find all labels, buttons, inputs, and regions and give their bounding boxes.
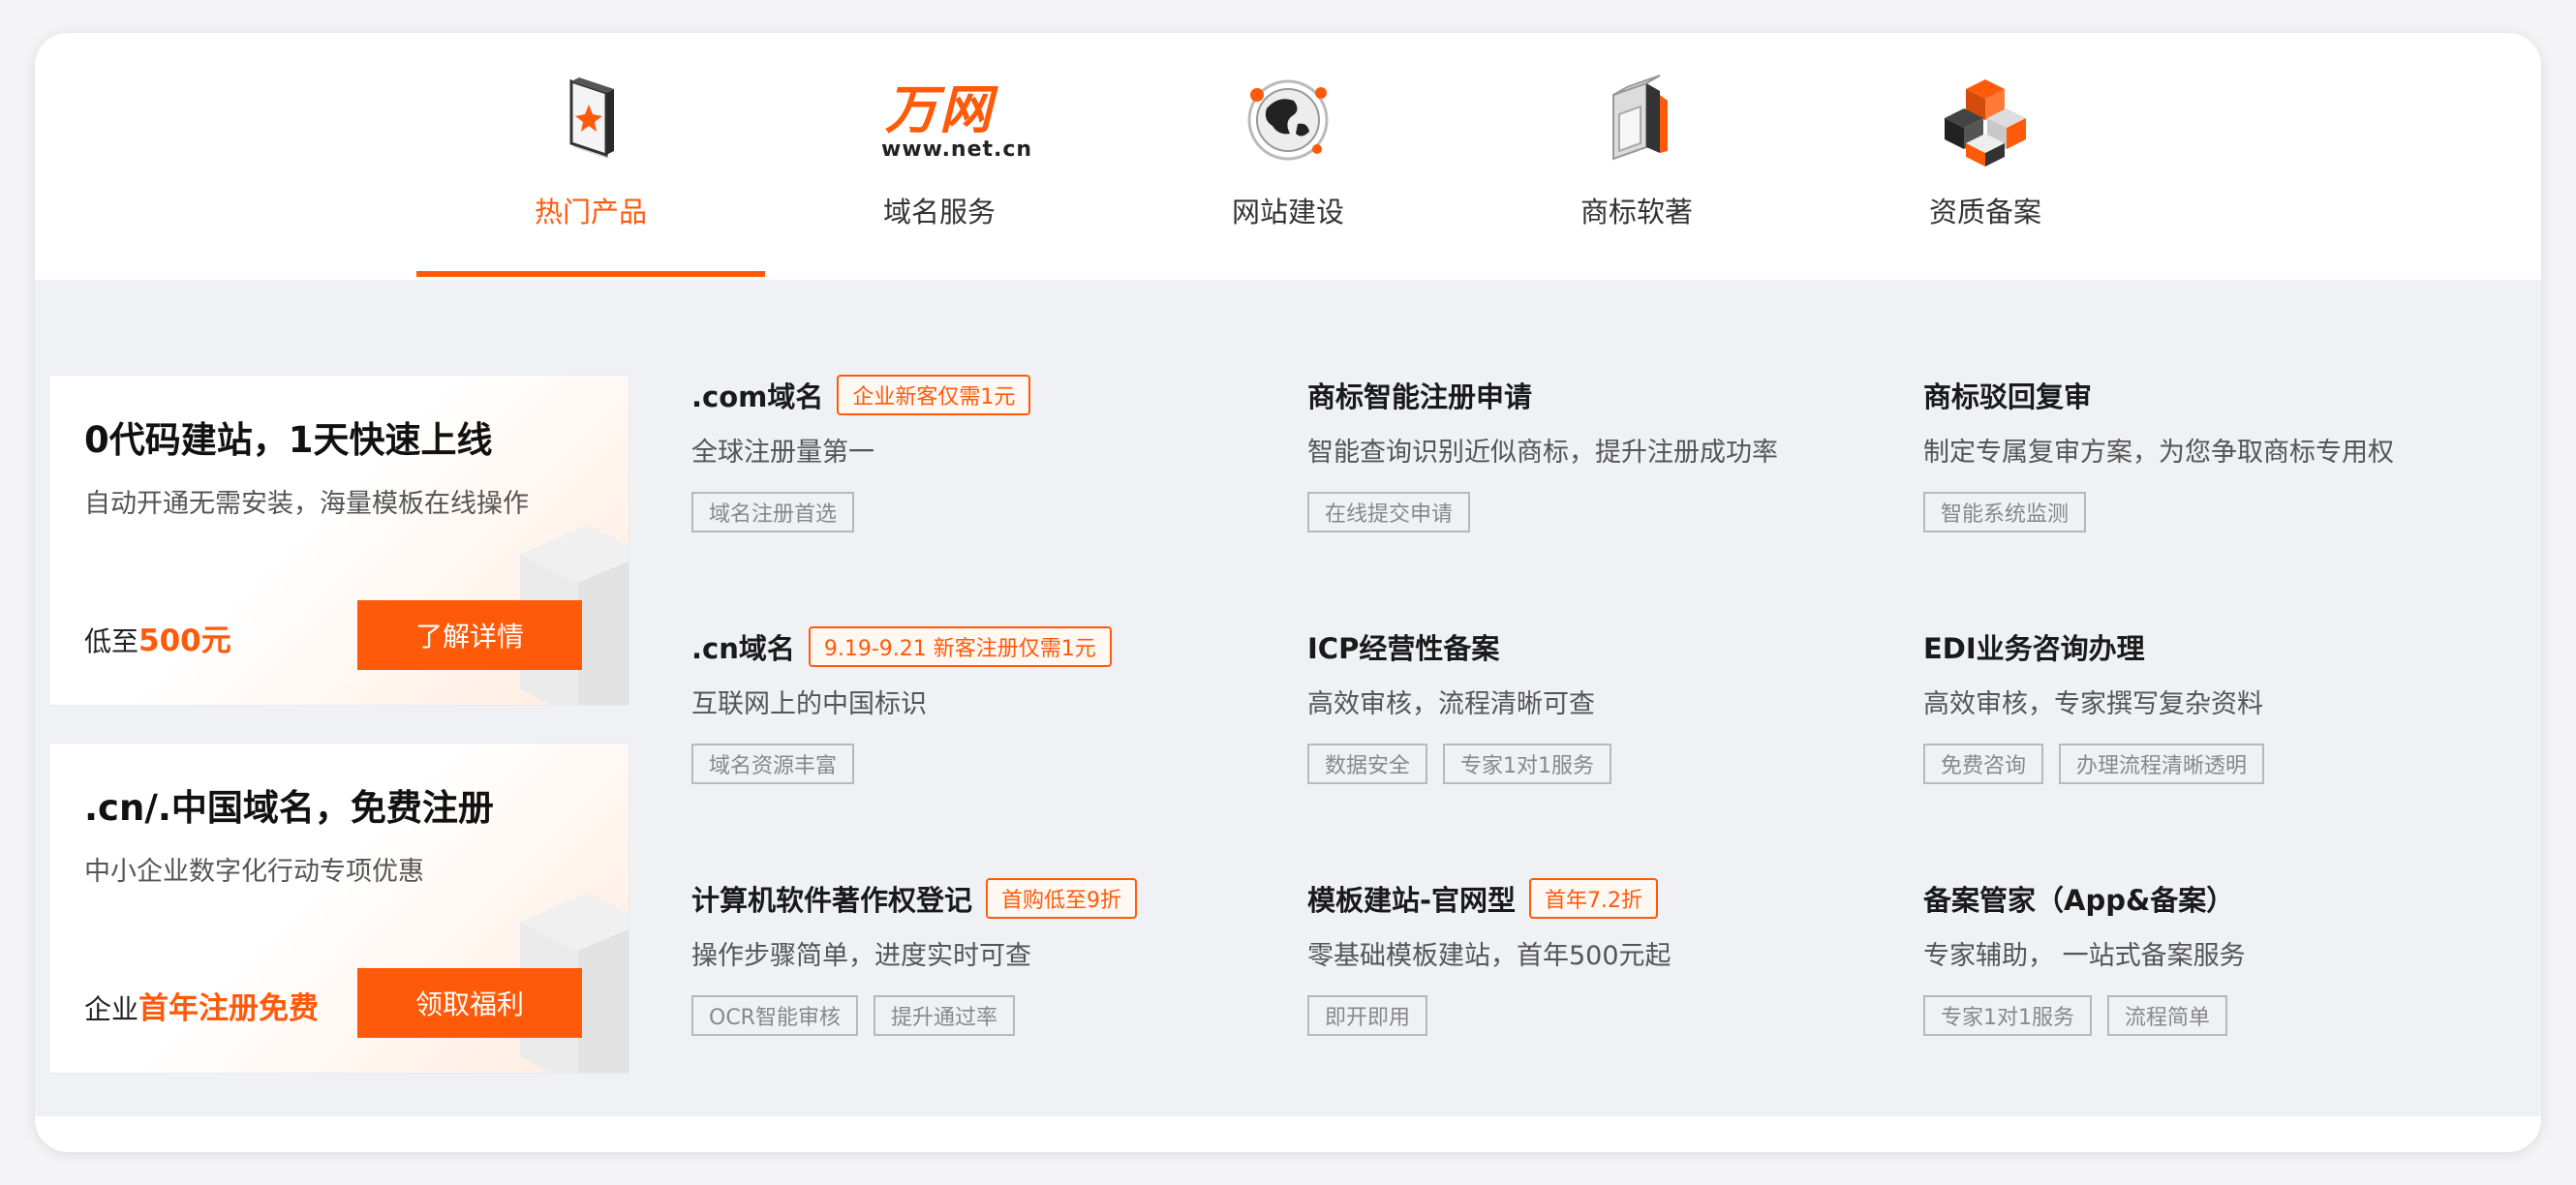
product-desc: 高效审核，专家撰写复杂资料 xyxy=(1923,689,2263,719)
product-desc: 专家辅助， 一站式备案服务 xyxy=(1923,941,2246,971)
tab-label: 资质备案 xyxy=(1928,196,2041,228)
product-title: .com域名 xyxy=(691,380,824,413)
product-title: 商标驳回复审 xyxy=(1923,380,2093,413)
product-title: 模板建站-官网型 xyxy=(1307,884,1517,917)
feature-tag: 域名注册首选 xyxy=(691,492,855,532)
product-desc: 智能查询识别近似商标，提升注册成功率 xyxy=(1307,438,1778,468)
wanwang-logo: 万网 www.net.cn xyxy=(881,66,1033,172)
tab-domain-services[interactable]: 万网 www.net.cn 域名服务 xyxy=(765,33,1114,280)
product-edi-consulting[interactable]: EDI业务咨询办理 高效审核，专家撰写复杂资料 免费咨询 办理流程清晰透明 xyxy=(1923,626,2504,784)
product-cn-domain[interactable]: .cn域名 9.19-9.21 新客注册仅需1元 互联网上的中国标识 域名资源丰富 xyxy=(691,626,1273,784)
learn-more-button[interactable]: 了解详情 xyxy=(357,600,582,670)
tab-label: 域名服务 xyxy=(882,196,996,228)
product-panel: 0代码建站，1天快速上线 自动开通无需安装，海量模板在线操作 低至500元 了解… xyxy=(35,280,2541,1116)
tag-list: 域名注册首选 xyxy=(691,492,1273,532)
product-desc: 高效审核，流程清晰可查 xyxy=(1307,689,1595,719)
tab-qualification-filing[interactable]: 资质备案 xyxy=(1811,33,2160,280)
active-tab-underline xyxy=(416,271,765,277)
product-title: EDI业务咨询办理 xyxy=(1923,632,2145,665)
product-software-copyright[interactable]: 计算机软件著作权登记 首购低至9折 操作步骤简单，进度实时可查 OCR智能审核 提升… xyxy=(691,878,1273,1036)
feature-tag: 即开即用 xyxy=(1307,995,1428,1036)
tab-trademark-copyright[interactable]: 商标软著 xyxy=(1462,33,1811,280)
product-title: 备案管家（App&备案） xyxy=(1923,884,2235,917)
feature-tag: 智能系统监测 xyxy=(1923,492,2087,532)
promo-desc: 自动开通无需安装，海量模板在线操作 xyxy=(84,489,529,519)
trademark-icon xyxy=(1579,66,1695,172)
feature-tag: 数据安全 xyxy=(1307,744,1428,784)
product-desc: 制定专属复审方案，为您争取商标专用权 xyxy=(1923,438,2394,468)
feature-tag: 流程简单 xyxy=(2107,995,2228,1036)
promo-badge: 9.19-9.21 新客注册仅需1元 xyxy=(808,626,1112,667)
cubes-icon xyxy=(1927,66,2043,172)
tag-list: 数据安全 专家1对1服务 xyxy=(1307,744,1888,784)
product-trademark-review[interactable]: 商标驳回复审 制定专属复审方案，为您争取商标专用权 智能系统监测 xyxy=(1923,375,2504,532)
product-trademark-registration[interactable]: 商标智能注册申请 智能查询识别近似商标，提升注册成功率 在线提交申请 xyxy=(1307,375,1888,532)
feature-tag: 专家1对1服务 xyxy=(1443,744,1612,784)
tab-website-building[interactable]: 网站建设 xyxy=(1114,33,1462,280)
hot-product-icon xyxy=(533,66,649,172)
claim-benefit-button[interactable]: 领取福利 xyxy=(357,968,582,1038)
promo-badge: 首年7.2折 xyxy=(1529,878,1659,919)
product-template-website[interactable]: 模板建站-官网型 首年7.2折 零基础模板建站，首年500元起 即开即用 xyxy=(1307,878,1888,1036)
promo-price-highlight: 500元 xyxy=(138,623,231,658)
product-desc: 零基础模板建站，首年500元起 xyxy=(1307,941,1671,971)
promo-price-prefix: 企业 xyxy=(84,993,139,1025)
wanwang-logo-text: 万网 xyxy=(885,79,994,140)
promo-desc: 中小企业数字化行动专项优惠 xyxy=(84,857,424,887)
promo-title: 0代码建站，1天快速上线 xyxy=(84,419,493,461)
tab-hot-products[interactable]: 热门产品 xyxy=(416,33,765,280)
wanwang-logo-url: www.net.cn xyxy=(881,137,1033,162)
tag-list: 在线提交申请 xyxy=(1307,492,1888,532)
promo-price: 企业首年注册免费 xyxy=(84,984,319,1027)
tag-list: 专家1对1服务 流程简单 xyxy=(1923,995,2504,1036)
feature-tag: 免费咨询 xyxy=(1923,744,2044,784)
product-desc: 操作步骤简单，进度实时可查 xyxy=(691,941,1031,971)
promo-price-highlight: 首年注册免费 xyxy=(138,991,320,1026)
tag-list: 智能系统监测 xyxy=(1923,492,2504,532)
tag-list: OCR智能审核 提升通过率 xyxy=(691,995,1273,1036)
promo-card-website[interactable]: 0代码建站，1天快速上线 自动开通无需安装，海量模板在线操作 低至500元 了解… xyxy=(48,375,629,706)
product-desc: 全球注册量第一 xyxy=(691,438,874,468)
product-desc: 互联网上的中国标识 xyxy=(691,689,927,719)
product-title: ICP经营性备案 xyxy=(1307,632,1500,665)
promo-card-cn-domain[interactable]: .cn/.中国域名，免费注册 中小企业数字化行动专项优惠 企业首年注册免费 领取… xyxy=(48,743,629,1074)
tab-label: 热门产品 xyxy=(534,196,647,228)
tag-list: 免费咨询 办理流程清晰透明 xyxy=(1923,744,2504,784)
product-filing-assistant[interactable]: 备案管家（App&备案） 专家辅助， 一站式备案服务 专家1对1服务 流程简单 xyxy=(1923,878,2504,1036)
feature-tag: OCR智能审核 xyxy=(691,995,858,1036)
tag-list: 即开即用 xyxy=(1307,995,1888,1036)
product-icp-filing[interactable]: ICP经营性备案 高效审核，流程清晰可查 数据安全 专家1对1服务 xyxy=(1307,626,1888,784)
product-com-domain[interactable]: .com域名 企业新客仅需1元 全球注册量第一 域名注册首选 xyxy=(691,375,1273,532)
feature-tag: 办理流程清晰透明 xyxy=(2059,744,2265,784)
category-tabs: 热门产品 万网 www.net.cn 域名服务 网站建设 商标软著 资质备案 xyxy=(35,33,2541,280)
promo-price-prefix: 低至 xyxy=(84,625,139,657)
product-title: 商标智能注册申请 xyxy=(1307,380,1533,413)
product-menu-card: 热门产品 万网 www.net.cn 域名服务 网站建设 商标软著 资质备案 0… xyxy=(35,33,2541,1152)
product-title: .cn域名 xyxy=(691,632,795,665)
promo-badge: 企业新客仅需1元 xyxy=(837,375,1031,415)
promo-title: .cn/.中国域名，免费注册 xyxy=(84,787,494,829)
product-title: 计算机软件著作权登记 xyxy=(691,884,973,917)
promo-price: 低至500元 xyxy=(84,616,231,659)
promo-badge: 首购低至9折 xyxy=(986,878,1138,919)
tab-label: 商标软著 xyxy=(1579,196,1693,228)
globe-icon xyxy=(1230,66,1346,172)
tab-label: 网站建设 xyxy=(1231,196,1344,228)
feature-tag: 提升通过率 xyxy=(873,995,1015,1036)
feature-tag: 在线提交申请 xyxy=(1307,492,1471,532)
feature-tag: 域名资源丰富 xyxy=(691,744,855,784)
tag-list: 域名资源丰富 xyxy=(691,744,1273,784)
feature-tag: 专家1对1服务 xyxy=(1923,995,2092,1036)
